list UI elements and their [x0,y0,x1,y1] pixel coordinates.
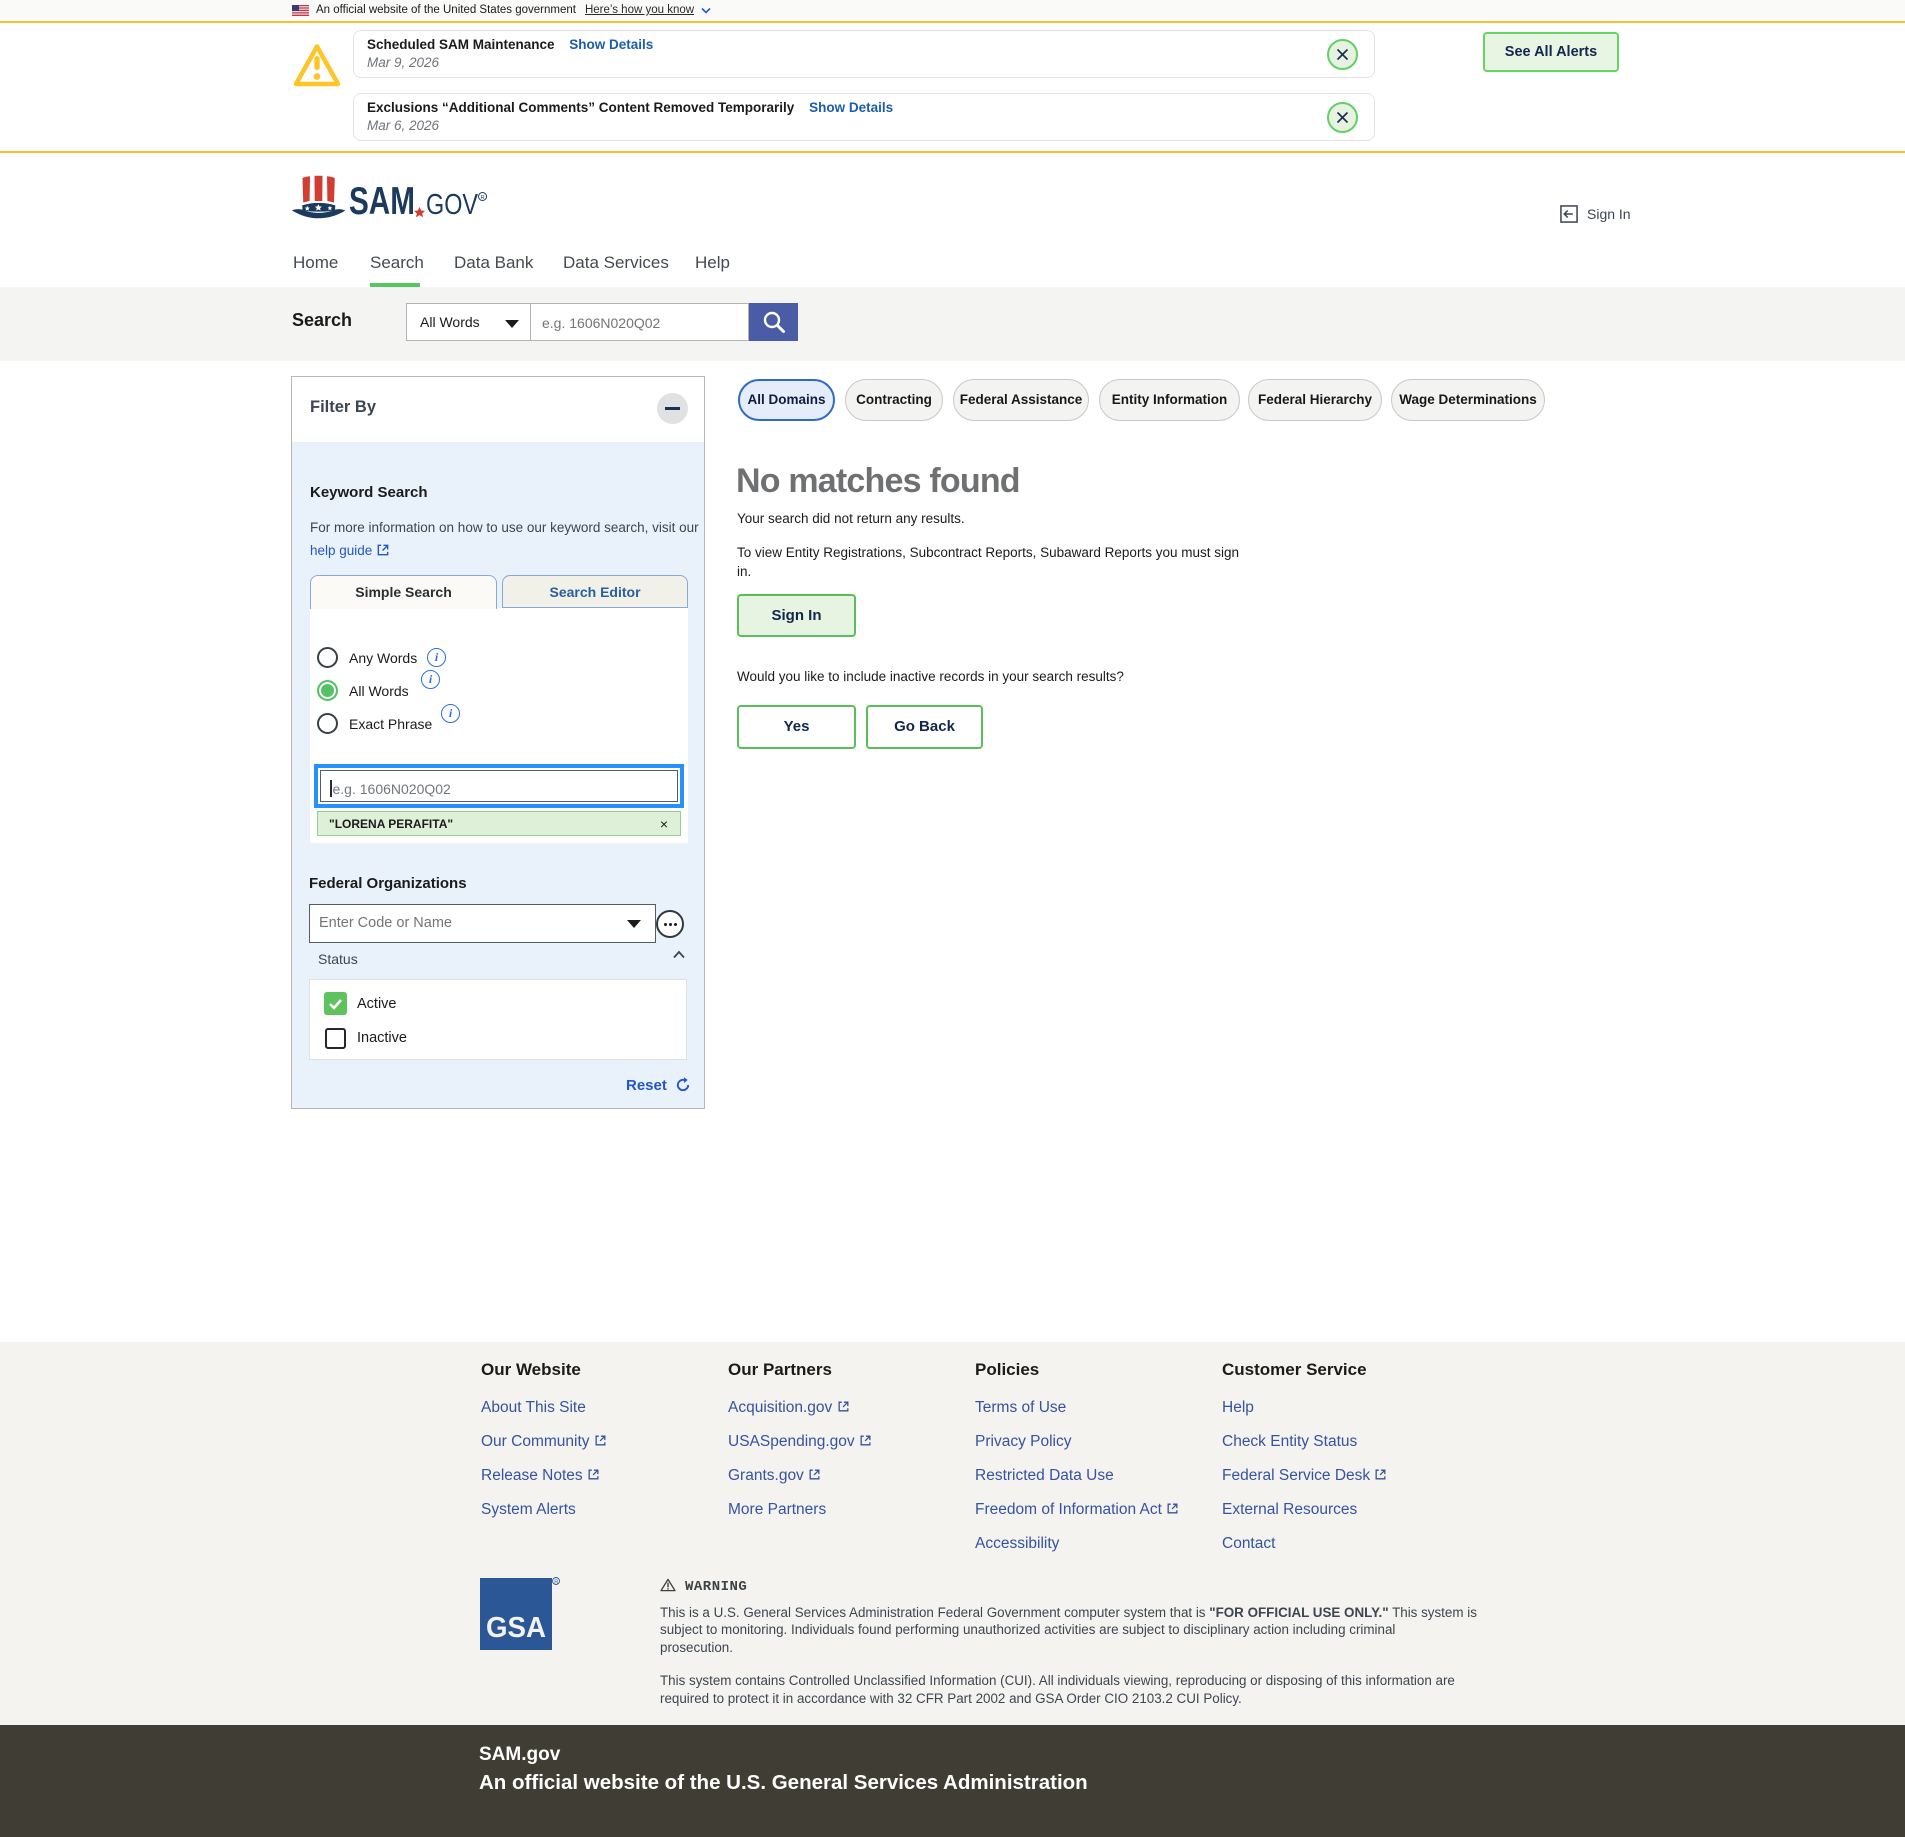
svg-text:R: R [481,195,485,201]
svg-text:GOV: GOV [426,189,479,221]
svg-text:GSA: GSA [486,1612,546,1644]
svg-text:SAM: SAM [349,180,415,221]
svg-text:R: R [554,1580,558,1586]
